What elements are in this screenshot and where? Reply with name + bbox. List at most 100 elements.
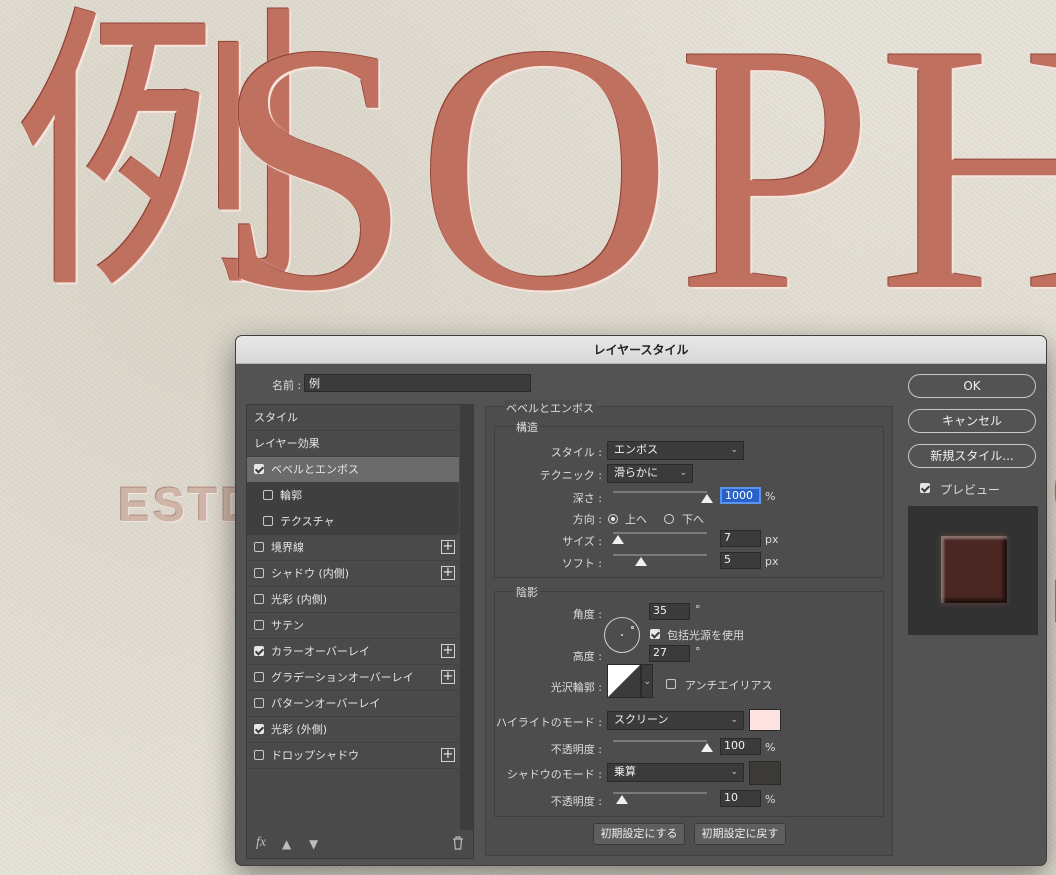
add-gradient-overlay-plus-icon[interactable]: + bbox=[441, 670, 455, 684]
dialog-title: レイヤースタイル bbox=[236, 336, 1046, 364]
ok-button[interactable]: OK bbox=[908, 374, 1036, 398]
list-item-label: グラデーションオーバーレイ bbox=[271, 671, 414, 684]
depth-slider[interactable] bbox=[613, 491, 707, 493]
list-item-gradient-overlay[interactable]: グラデーションオーバーレイ + bbox=[247, 665, 459, 691]
direction-down-radio[interactable] bbox=[664, 514, 674, 524]
checkbox-gradient-overlay[interactable] bbox=[254, 672, 264, 682]
checkbox-contour[interactable] bbox=[263, 490, 273, 500]
make-default-button[interactable]: 初期設定にする bbox=[593, 823, 685, 845]
list-item-label: 光彩 (外側) bbox=[271, 723, 328, 736]
shadow-color-swatch[interactable] bbox=[749, 761, 781, 785]
angle-dial-marker bbox=[631, 626, 634, 629]
chevron-down-icon: ⌄ bbox=[730, 767, 738, 777]
soften-input[interactable]: 5 bbox=[720, 552, 761, 569]
checkbox-inner-shadow[interactable] bbox=[254, 568, 264, 578]
add-inner-shadow-plus-icon[interactable]: + bbox=[441, 566, 455, 580]
altitude-label: 高度 : bbox=[572, 650, 602, 663]
depth-input[interactable]: 1000 bbox=[720, 487, 761, 504]
direction-down-label: 下へ bbox=[682, 513, 704, 526]
style-select[interactable]: エンボス ⌄ bbox=[607, 441, 744, 460]
section-title: ベベルとエンボス bbox=[504, 400, 596, 416]
altitude-input[interactable]: 27 bbox=[649, 645, 690, 662]
angle-dial[interactable] bbox=[604, 617, 640, 653]
checkbox-satin[interactable] bbox=[254, 620, 264, 630]
list-item-layer-effects[interactable]: レイヤー効果 bbox=[247, 431, 459, 457]
checkbox-bevel-emboss[interactable] bbox=[254, 464, 264, 474]
list-item-label: ベベルとエンボス bbox=[271, 463, 359, 476]
cancel-button[interactable]: キャンセル bbox=[908, 409, 1036, 433]
soften-slider[interactable] bbox=[613, 554, 707, 556]
gloss-contour-dropdown[interactable]: ⌄ bbox=[641, 664, 653, 698]
highlight-opacity-unit: % bbox=[765, 741, 776, 754]
size-slider[interactable] bbox=[613, 532, 707, 534]
list-item-label: 境界線 bbox=[271, 541, 304, 554]
name-label: 名前 : bbox=[272, 379, 302, 392]
checkbox-pattern-overlay[interactable] bbox=[254, 698, 264, 708]
fx-icon[interactable]: fx bbox=[256, 835, 266, 851]
size-unit: px bbox=[765, 533, 779, 546]
technique-label: テクニック : bbox=[539, 469, 602, 482]
list-item-inner-glow[interactable]: 光彩 (内側) bbox=[247, 587, 459, 613]
list-item-label: 輪郭 bbox=[280, 489, 302, 502]
list-item-styles[interactable]: スタイル bbox=[247, 405, 459, 431]
list-item-bevel-emboss[interactable]: ベベルとエンボス bbox=[247, 457, 459, 483]
highlight-opacity-slider[interactable] bbox=[613, 740, 707, 742]
list-item-outer-glow[interactable]: 光彩 (外側) bbox=[247, 717, 459, 743]
soften-unit: px bbox=[765, 555, 779, 568]
highlight-color-swatch[interactable] bbox=[749, 709, 781, 731]
direction-up-radio[interactable] bbox=[608, 514, 618, 524]
style-select-value: エンボス bbox=[614, 443, 658, 456]
angle-input[interactable]: 35 bbox=[649, 603, 690, 620]
name-input[interactable]: 例 bbox=[304, 374, 531, 392]
gloss-contour-picker[interactable] bbox=[607, 664, 641, 698]
preview-checkbox[interactable] bbox=[920, 483, 930, 493]
checkbox-stroke[interactable] bbox=[254, 542, 264, 552]
checkbox-outer-glow[interactable] bbox=[254, 724, 264, 734]
add-drop-shadow-plus-icon[interactable]: + bbox=[441, 748, 455, 762]
global-light-checkbox[interactable] bbox=[650, 629, 660, 639]
technique-select[interactable]: 滑らかに ⌄ bbox=[607, 464, 693, 483]
highlight-opacity-input[interactable]: 100 bbox=[720, 738, 761, 755]
checkbox-color-overlay[interactable] bbox=[254, 646, 264, 656]
highlight-opacity-slider-handle[interactable] bbox=[701, 743, 713, 752]
shadow-opacity-unit: % bbox=[765, 793, 776, 806]
shadow-mode-select[interactable]: 乗算 ⌄ bbox=[607, 763, 744, 782]
checkbox-inner-glow[interactable] bbox=[254, 594, 264, 604]
checkbox-drop-shadow[interactable] bbox=[254, 750, 264, 760]
add-stroke-plus-icon[interactable]: + bbox=[441, 540, 455, 554]
preview-thumbnail bbox=[908, 506, 1038, 635]
list-item-stroke[interactable]: 境界線 + bbox=[247, 535, 459, 561]
depth-unit: % bbox=[765, 490, 776, 503]
checkbox-texture[interactable] bbox=[263, 516, 273, 526]
arrow-down-icon[interactable]: ▼ bbox=[309, 837, 318, 851]
add-color-overlay-plus-icon[interactable]: + bbox=[441, 644, 455, 658]
highlight-mode-select[interactable]: スクリーン ⌄ bbox=[607, 711, 744, 730]
highlight-mode-value: スクリーン bbox=[614, 713, 669, 726]
arrow-up-icon[interactable]: ▲ bbox=[282, 837, 291, 851]
anti-alias-checkbox[interactable] bbox=[666, 679, 676, 689]
list-item-satin[interactable]: サテン bbox=[247, 613, 459, 639]
angle-dial-center bbox=[621, 634, 623, 636]
list-item-color-overlay[interactable]: カラーオーバーレイ + bbox=[247, 639, 459, 665]
reset-default-button[interactable]: 初期設定に戻す bbox=[694, 823, 786, 845]
list-item-contour[interactable]: 輪郭 bbox=[247, 483, 459, 509]
layer-style-dialog: レイヤースタイル 名前 : 例 スタイル レイヤー効果 ベベルとエンボス 輪郭 … bbox=[235, 335, 1047, 866]
list-item-pattern-overlay[interactable]: パターンオーバーレイ bbox=[247, 691, 459, 717]
new-style-button[interactable]: 新規スタイル... bbox=[908, 444, 1036, 468]
shadow-opacity-input[interactable]: 10 bbox=[720, 790, 761, 807]
shadow-opacity-slider[interactable] bbox=[613, 792, 707, 794]
depth-slider-handle[interactable] bbox=[701, 494, 713, 503]
soften-slider-handle[interactable] bbox=[635, 557, 648, 566]
size-slider-handle[interactable] bbox=[611, 535, 624, 544]
list-item-label: テクスチャ bbox=[280, 515, 335, 528]
style-label: スタイル : bbox=[550, 446, 602, 459]
list-scrollbar[interactable] bbox=[460, 405, 473, 830]
angle-unit: ° bbox=[695, 603, 701, 616]
shadow-opacity-slider-handle[interactable] bbox=[616, 795, 629, 804]
chevron-down-icon: ⌄ bbox=[730, 445, 738, 455]
size-input[interactable]: 7 bbox=[720, 530, 761, 547]
list-item-drop-shadow[interactable]: ドロップシャドウ + bbox=[247, 743, 459, 769]
trash-icon[interactable] bbox=[452, 836, 464, 853]
list-item-texture[interactable]: テクスチャ bbox=[247, 509, 459, 535]
list-item-inner-shadow[interactable]: シャドウ (内側) + bbox=[247, 561, 459, 587]
